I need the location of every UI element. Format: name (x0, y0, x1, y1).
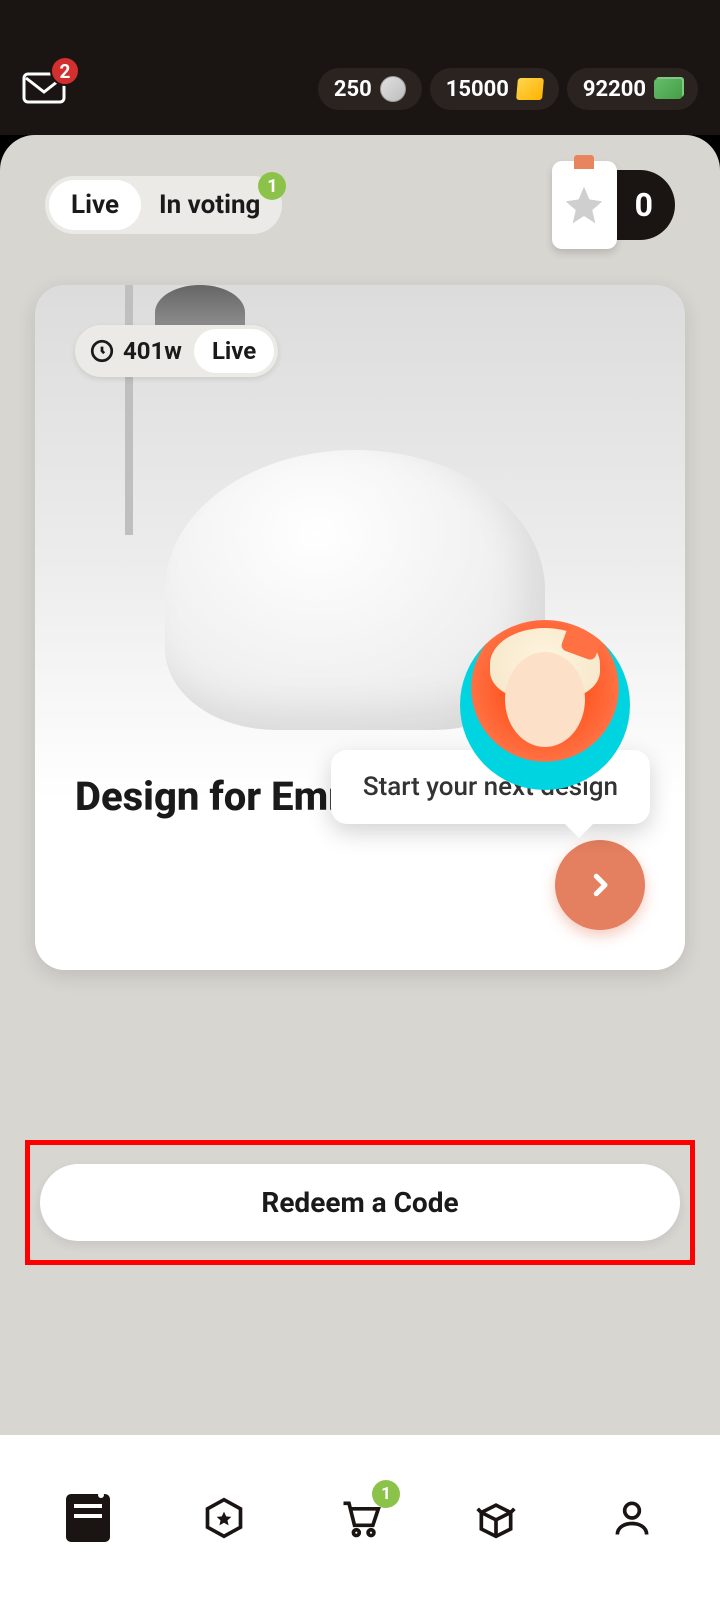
tabs-row: Live In voting 1 0 (0, 135, 720, 240)
bottom-nav: 1 (0, 1435, 720, 1600)
mail-badge: 2 (50, 56, 80, 86)
nav-challenges[interactable] (194, 1488, 254, 1548)
currency-coins[interactable]: 250 (318, 68, 422, 110)
tab-switcher: Live In voting 1 (45, 176, 282, 234)
badge-star-icon (202, 1496, 246, 1540)
main-panel: Live In voting 1 0 401w Live Design for … (0, 135, 720, 1435)
home-icon (66, 1494, 110, 1542)
chevron-right-icon (585, 870, 615, 900)
nav-profile[interactable] (602, 1488, 662, 1548)
design-card[interactable]: 401w Live Design for Emma Start your nex… (35, 285, 685, 970)
app-header: 2 250 15000 92200 (0, 0, 720, 135)
tab-in-voting-label: In voting (159, 190, 260, 220)
card-time: 401w (123, 337, 182, 365)
currency-cash[interactable]: 92200 (567, 68, 698, 110)
gold-value: 15000 (446, 77, 509, 102)
card-status-badge: 401w Live (75, 325, 278, 377)
host-avatar (460, 620, 630, 790)
cash-value: 92200 (583, 77, 646, 102)
cart-badge: 1 (372, 1480, 400, 1508)
nav-home[interactable] (58, 1488, 118, 1548)
card-live-badge: Live (194, 329, 274, 373)
tab-in-voting[interactable]: In voting 1 (141, 180, 278, 230)
nav-inventory[interactable] (466, 1488, 526, 1548)
gold-stack-icon (516, 78, 544, 100)
star-card-icon (552, 161, 617, 249)
redeem-highlight-box: Redeem a Code (25, 1140, 695, 1265)
star-count: 0 (635, 186, 653, 224)
cash-stack-icon (654, 79, 682, 99)
coins-value: 250 (334, 77, 372, 102)
star-counter[interactable]: 0 (557, 170, 675, 240)
coin-stack-icon (380, 76, 406, 102)
nav-cart[interactable]: 1 (330, 1488, 390, 1548)
redeem-code-button[interactable]: Redeem a Code (40, 1164, 680, 1241)
clock-icon (89, 338, 115, 364)
voting-badge: 1 (258, 172, 286, 200)
mail-button[interactable]: 2 (22, 70, 66, 110)
tab-live[interactable]: Live (49, 180, 141, 230)
currency-row: 250 15000 92200 (318, 68, 698, 110)
next-design-button[interactable] (555, 840, 645, 930)
currency-gold[interactable]: 15000 (430, 68, 559, 110)
box-open-icon (474, 1496, 518, 1540)
person-icon (610, 1496, 654, 1540)
